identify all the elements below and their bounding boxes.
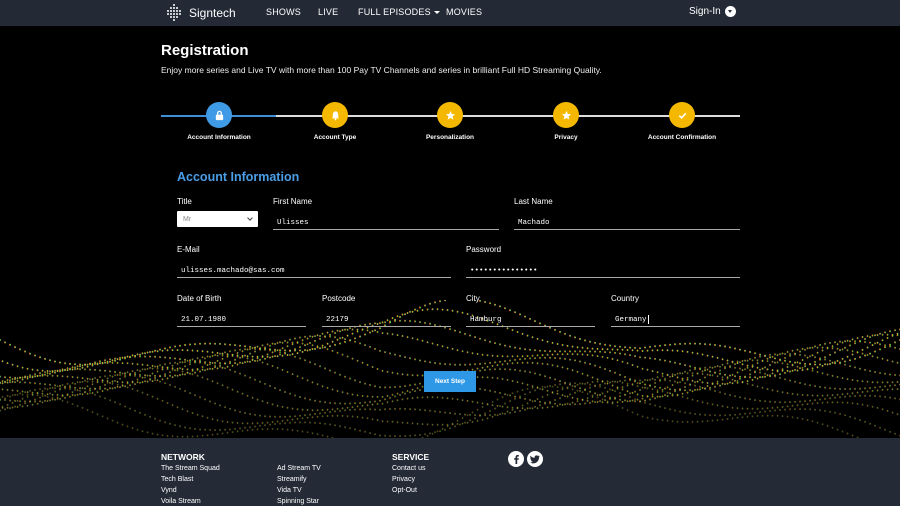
- step-account-type[interactable]: Account Type: [275, 102, 395, 141]
- footer-service-heading: SERVICE: [392, 452, 430, 462]
- check-icon: [678, 112, 686, 119]
- footer-link[interactable]: Voila Stream: [161, 498, 201, 505]
- step-circle: [322, 102, 348, 128]
- star-icon: [561, 110, 571, 120]
- first-name-label: First Name: [273, 197, 313, 206]
- title-select[interactable]: Mr: [177, 211, 258, 227]
- city-label: City: [466, 294, 480, 303]
- lock-icon: [215, 110, 223, 120]
- footer-link[interactable]: Spinning Star: [277, 498, 319, 505]
- top-navbar: Signtech SHOWS LIVE FULL EPISODES MOVIES…: [0, 0, 900, 26]
- city-field[interactable]: Hamburg: [466, 311, 595, 327]
- password-field[interactable]: •••••••••••••••: [466, 262, 740, 278]
- step-label: Personalization: [425, 134, 475, 141]
- section-title: Account Information: [177, 170, 300, 184]
- facebook-icon: [514, 455, 519, 464]
- step-account-information[interactable]: Account Information: [159, 102, 279, 141]
- footer-link[interactable]: Contact us: [392, 465, 425, 472]
- step-circle: [206, 102, 232, 128]
- bell-icon: [331, 110, 339, 120]
- signin-button[interactable]: Sign-In: [689, 6, 736, 17]
- step-circle: [437, 102, 463, 128]
- step-circle: [669, 102, 695, 128]
- dob-label: Date of Birth: [177, 294, 222, 303]
- step-circle: [553, 102, 579, 128]
- logo-icon: [167, 4, 181, 21]
- facebook-button[interactable]: [508, 451, 524, 467]
- page-title: Registration: [161, 42, 249, 59]
- footer-link[interactable]: Tech Blast: [161, 476, 193, 483]
- brand-name: Signtech: [189, 6, 236, 20]
- signin-label: Sign-In: [689, 6, 721, 17]
- nav-full-episodes[interactable]: FULL EPISODES: [358, 7, 440, 17]
- step-label: Account Information: [187, 134, 251, 141]
- footer-link[interactable]: Vida TV: [277, 487, 302, 494]
- chevron-down-icon: [433, 10, 440, 14]
- dob-field[interactable]: 21.07.1980: [177, 311, 306, 327]
- nav-movies[interactable]: MOVIES: [446, 7, 482, 17]
- footer-link[interactable]: Ad Stream TV: [277, 465, 321, 472]
- postcode-field[interactable]: 22179: [322, 311, 451, 327]
- last-name-field[interactable]: Machado: [514, 214, 740, 230]
- password-label: Password: [466, 245, 502, 254]
- footer-link[interactable]: Privacy: [392, 476, 415, 483]
- text-caret: [647, 315, 649, 324]
- title-label: Title: [177, 197, 192, 206]
- twitter-button[interactable]: [527, 451, 543, 467]
- footer: [0, 438, 900, 506]
- nav-full-episodes-label: FULL EPISODES: [358, 7, 431, 17]
- step-privacy[interactable]: Privacy: [506, 102, 626, 141]
- country-label: Country: [611, 294, 640, 303]
- footer-network-heading: NETWORK: [161, 452, 205, 462]
- brand-logo[interactable]: Signtech: [164, 2, 236, 24]
- step-label: Privacy: [554, 134, 578, 141]
- footer-link[interactable]: Opt-Out: [392, 487, 417, 494]
- title-select-value: Mr: [183, 215, 192, 223]
- country-field-value: Germany: [615, 315, 647, 324]
- chevron-down-circle-icon: [724, 6, 736, 17]
- last-name-label: Last Name: [514, 197, 553, 206]
- step-label: Account Confirmation: [647, 134, 717, 141]
- first-name-field[interactable]: Ulisses: [273, 214, 499, 230]
- step-label: Account Type: [313, 134, 357, 141]
- email-field[interactable]: ulisses.machado@sas.com: [177, 262, 451, 278]
- twitter-icon: [530, 455, 540, 464]
- next-step-button[interactable]: Next Step: [424, 371, 476, 392]
- star-icon: [445, 110, 455, 120]
- footer-link[interactable]: Streamify: [277, 476, 307, 483]
- nav-shows[interactable]: SHOWS: [266, 7, 301, 17]
- footer-link[interactable]: The Stream Squad: [161, 465, 220, 472]
- footer-link[interactable]: Vynd: [161, 487, 177, 494]
- chevron-down-icon: [247, 215, 253, 221]
- step-account-confirmation[interactable]: Account Confirmation: [622, 102, 742, 141]
- postcode-label: Postcode: [322, 294, 356, 303]
- nav-live[interactable]: LIVE: [318, 7, 338, 17]
- step-personalization[interactable]: Personalization: [390, 102, 510, 141]
- email-label: E-Mail: [177, 245, 200, 254]
- page-subtitle: Enjoy more series and Live TV with more …: [161, 65, 602, 75]
- country-field[interactable]: Germany: [611, 311, 740, 327]
